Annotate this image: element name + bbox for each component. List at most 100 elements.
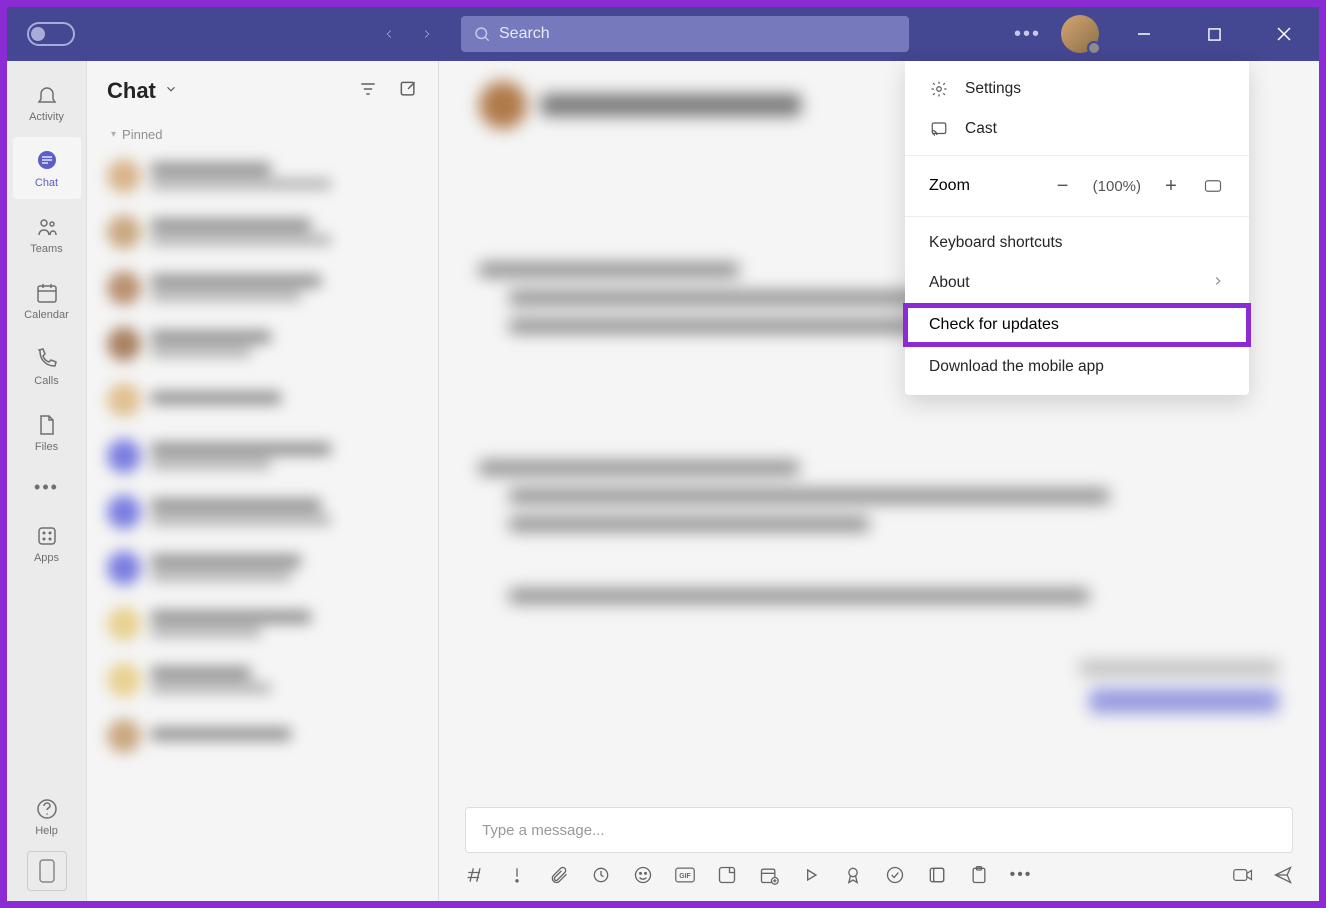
cast-icon	[929, 119, 949, 139]
rail-more[interactable]: •••	[13, 467, 81, 508]
chat-list-item[interactable]	[97, 484, 428, 540]
presence-badge-icon	[1087, 41, 1101, 55]
chat-list-item[interactable]	[97, 204, 428, 260]
chat-list-item[interactable]	[97, 428, 428, 484]
nav-back-button[interactable]	[375, 20, 403, 48]
approvals-button[interactable]	[885, 865, 905, 885]
chat-list-item[interactable]	[97, 372, 428, 428]
gif-button[interactable]: GIF	[675, 865, 695, 885]
search-placeholder: Search	[499, 25, 550, 43]
menu-zoom-row: Zoom − (100%) +	[905, 162, 1249, 210]
fullscreen-icon	[1204, 179, 1222, 193]
svg-text:GIF: GIF	[679, 873, 691, 880]
rail-mobile-button[interactable]	[27, 851, 67, 891]
schedule-button[interactable]	[759, 865, 779, 885]
message-input[interactable]: Type a message...	[465, 807, 1293, 853]
filter-button[interactable]	[358, 79, 378, 104]
left-nav-rail: Activity Chat Teams Calendar Calls Files	[7, 61, 87, 901]
emoji-button[interactable]	[633, 865, 653, 885]
help-icon	[33, 795, 61, 823]
menu-download-mobile-label: Download the mobile app	[929, 358, 1104, 376]
menu-settings[interactable]: Settings	[905, 69, 1249, 109]
title-bar: Search •••	[7, 7, 1319, 61]
chat-icon	[33, 147, 61, 175]
priority-button[interactable]	[507, 865, 527, 885]
close-window-button[interactable]	[1259, 7, 1309, 61]
rail-calendar[interactable]: Calendar	[13, 269, 81, 331]
compose-icon	[398, 79, 418, 99]
zoom-value: (100%)	[1093, 178, 1141, 195]
chat-list-item[interactable]	[97, 260, 428, 316]
fullscreen-button[interactable]	[1201, 174, 1225, 198]
chat-list-item[interactable]	[97, 540, 428, 596]
video-clip-button[interactable]	[1233, 865, 1253, 885]
zoom-in-button[interactable]: +	[1159, 174, 1183, 198]
paperclip-icon	[549, 865, 569, 885]
rail-chat[interactable]: Chat	[13, 137, 81, 199]
maximize-button[interactable]	[1189, 7, 1239, 61]
chat-list-item[interactable]	[97, 596, 428, 652]
apps-icon	[33, 522, 61, 550]
nav-forward-button[interactable]	[413, 20, 441, 48]
chat-list-item[interactable]	[97, 652, 428, 708]
menu-separator	[905, 155, 1249, 156]
minimize-button[interactable]	[1119, 7, 1169, 61]
send-button[interactable]	[1273, 865, 1293, 885]
chat-list-item[interactable]	[97, 708, 428, 764]
search-input[interactable]: Search	[461, 16, 909, 52]
menu-zoom-label: Zoom	[929, 177, 1051, 195]
stream-button[interactable]	[801, 865, 821, 885]
settings-dropdown-menu: Settings Cast Zoom − (100%) +	[905, 61, 1249, 395]
format-button[interactable]	[465, 865, 485, 885]
chat-list-panel: Chat Pinned	[87, 61, 439, 901]
chat-panel-title: Chat	[107, 78, 156, 104]
filter-icon	[358, 79, 378, 99]
calendar-plus-icon	[759, 865, 779, 885]
bell-icon	[33, 81, 61, 109]
format-icon	[465, 865, 485, 885]
menu-cast[interactable]: Cast	[905, 109, 1249, 149]
stream-icon	[801, 865, 821, 885]
mobile-icon	[38, 858, 56, 884]
menu-keyboard-label: Keyboard shortcuts	[929, 234, 1063, 252]
polls-button[interactable]	[969, 865, 989, 885]
chat-list-item[interactable]	[97, 148, 428, 204]
attach-button[interactable]	[549, 865, 569, 885]
praise-button[interactable]	[843, 865, 863, 885]
rail-apps[interactable]: Apps	[13, 512, 81, 574]
loop-button[interactable]	[591, 865, 611, 885]
loop-icon	[591, 865, 611, 885]
zoom-out-button[interactable]: −	[1051, 174, 1075, 198]
new-chat-button[interactable]	[398, 79, 418, 104]
exclamation-icon	[507, 865, 527, 885]
chevron-right-icon	[1211, 274, 1225, 293]
rail-files[interactable]: Files	[13, 401, 81, 463]
rail-calls[interactable]: Calls	[13, 335, 81, 397]
pinned-section-label[interactable]: Pinned	[87, 121, 438, 148]
gif-icon: GIF	[675, 866, 695, 884]
more-options-button[interactable]: •••	[1014, 23, 1041, 46]
viva-button[interactable]	[927, 865, 947, 885]
chat-list-item[interactable]	[97, 316, 428, 372]
chevron-down-icon[interactable]	[164, 82, 178, 101]
menu-keyboard-shortcuts[interactable]: Keyboard shortcuts	[905, 223, 1249, 263]
presence-toggle[interactable]	[27, 22, 75, 46]
rail-teams[interactable]: Teams	[13, 203, 81, 265]
menu-check-updates[interactable]: Check for updates	[903, 303, 1251, 347]
rail-help[interactable]: Help	[13, 785, 81, 847]
calendar-icon	[33, 279, 61, 307]
menu-cast-label: Cast	[965, 120, 997, 138]
approve-icon	[885, 865, 905, 885]
sticker-button[interactable]	[717, 865, 737, 885]
user-avatar[interactable]	[1061, 15, 1099, 53]
rail-activity[interactable]: Activity	[13, 71, 81, 133]
menu-about-label: About	[929, 274, 970, 292]
phone-icon	[33, 345, 61, 373]
compose-more-button[interactable]: •••	[1011, 865, 1031, 885]
menu-settings-label: Settings	[965, 80, 1021, 98]
menu-separator	[905, 216, 1249, 217]
menu-about[interactable]: About	[905, 263, 1249, 303]
conversation-area: Settings Cast Zoom − (100%) +	[439, 61, 1319, 901]
send-icon	[1273, 865, 1293, 885]
menu-download-mobile[interactable]: Download the mobile app	[905, 347, 1249, 387]
